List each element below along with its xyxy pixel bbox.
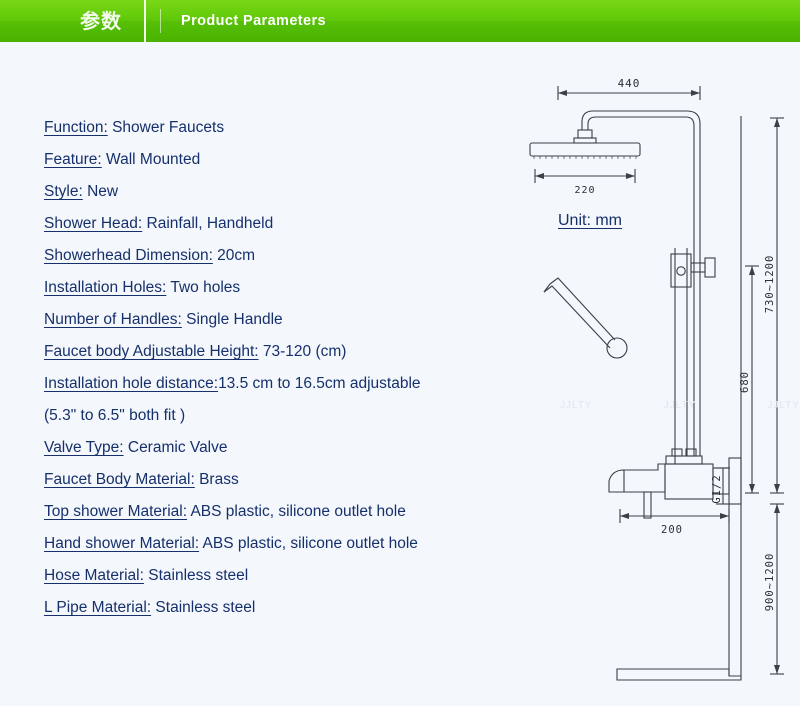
spec-row: Faucet body Adjustable Height: 73-120 (c… — [44, 336, 524, 368]
dimension-label-inlet-thread: G1/2 — [711, 474, 723, 503]
spec-label: Function: — [44, 119, 108, 136]
spec-value: Stainless steel — [151, 599, 256, 616]
spec-label: Hose Material: — [44, 567, 144, 584]
spec-row: Shower Head: Rainfall, Handheld — [44, 208, 524, 240]
spec-row: Faucet Body Material: Brass — [44, 464, 524, 496]
header-divider-thin — [160, 9, 161, 33]
spec-label: L Pipe Material: — [44, 599, 152, 616]
spec-value: Rainfall, Handheld — [142, 215, 274, 232]
spec-row: Number of Handles: Single Handle — [44, 304, 524, 336]
page-title: Product Parameters — [181, 13, 327, 29]
spec-value: ABS plastic, silicone outlet hole — [187, 503, 406, 520]
specification-list: Function: Shower Faucets Feature: Wall Mo… — [44, 112, 524, 624]
spec-row: Installation Holes: Two holes — [44, 272, 524, 304]
header-chinese-label: 参数 — [80, 9, 122, 33]
spec-label: Number of Handles: — [44, 311, 182, 328]
spec-label: Feature: — [44, 151, 102, 168]
spec-value: Two holes — [166, 279, 241, 296]
spec-value: 73-120 (cm) — [258, 343, 347, 360]
unit-note: Unit: mm — [558, 212, 622, 229]
spec-value: Brass — [194, 471, 239, 488]
dimension-label-spout-reach: 200 — [661, 524, 683, 536]
spec-label: Style: — [44, 183, 83, 200]
spec-value: (5.3" to 6.5" both fit ) — [44, 407, 186, 424]
spec-value: New — [82, 183, 119, 200]
spec-value: 20cm — [212, 247, 256, 264]
dimension-label-inlet-height: 900~1200 — [764, 553, 776, 612]
dimension-label-shower-head-width: 220 — [574, 185, 595, 196]
dimension-label-slide-bar-travel: 730~1200 — [764, 255, 776, 314]
dimension-label-arm-reach: 440 — [618, 77, 641, 90]
spec-label: Faucet Body Material: — [44, 471, 195, 488]
spec-row: (5.3" to 6.5" both fit ) — [44, 400, 524, 432]
page-header: 参数 Product Parameters — [0, 0, 800, 42]
spec-row: Hand shower Material: ABS plastic, silic… — [44, 528, 524, 560]
spec-row: Feature: Wall Mounted — [44, 144, 524, 176]
spec-row: Valve Type: Ceramic Valve — [44, 432, 524, 464]
spec-label: Shower Head: — [44, 215, 143, 232]
spec-row: L Pipe Material: Stainless steel — [44, 592, 524, 624]
spec-label: Installation hole distance: — [44, 375, 219, 392]
spec-row: Function: Shower Faucets — [44, 112, 524, 144]
spec-value: Shower Faucets — [107, 119, 225, 136]
spec-value: ABS plastic, silicone outlet hole — [199, 535, 418, 552]
product-parameters-page: 参数 Product Parameters Function: Shower F… — [0, 0, 800, 706]
spec-value: Ceramic Valve — [123, 439, 228, 456]
spec-label: Valve Type: — [44, 439, 124, 456]
spec-label: Top shower Material: — [44, 503, 188, 520]
spec-value: Single Handle — [181, 311, 283, 328]
header-divider-thick — [144, 0, 146, 42]
spec-label: Showerhead Dimension: — [44, 247, 213, 264]
spec-value: Stainless steel — [143, 567, 249, 584]
technical-drawing: 440 220 680 730~1200 G1/2 900~1200 200 — [520, 52, 800, 706]
spec-row: Installation hole distance:13.5 cm to 16… — [44, 368, 524, 400]
spec-row: Style: New — [44, 176, 524, 208]
spec-row: Showerhead Dimension: 20cm — [44, 240, 524, 272]
spec-row: Hose Material: Stainless steel — [44, 560, 524, 592]
spec-value: Wall Mounted — [101, 151, 201, 168]
spec-label: Installation Holes: — [44, 279, 167, 296]
spec-row: Top shower Material: ABS plastic, silico… — [44, 496, 524, 528]
spec-label: Faucet body Adjustable Height: — [44, 343, 259, 360]
dimension-label-riser-height: 680 — [739, 371, 751, 393]
spec-label: Hand shower Material: — [44, 535, 200, 552]
spec-value: 13.5 cm to 16.5cm adjustable — [218, 375, 421, 392]
